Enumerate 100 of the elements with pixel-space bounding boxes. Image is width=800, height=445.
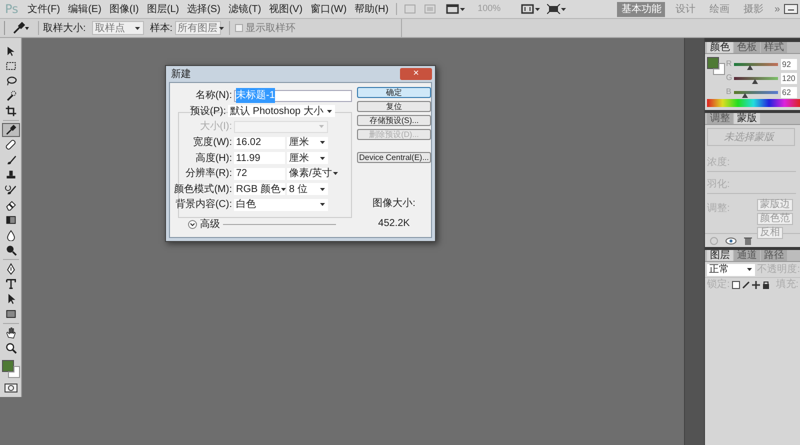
menu-item[interactable]: 图层(L) xyxy=(142,2,184,16)
eyedropper-icon xyxy=(4,124,16,136)
unit-dropdown[interactable]: 厘米 xyxy=(287,136,328,149)
caret-icon[interactable] xyxy=(746,267,754,272)
move-icon[interactable] xyxy=(752,280,760,288)
blend-mode-dropdown[interactable]: 正常 xyxy=(707,264,756,276)
channel-label: B xyxy=(726,86,732,98)
lock-icon[interactable] xyxy=(762,280,770,288)
preset-dropdown[interactable]: 默认 Photoshop 大小 xyxy=(228,105,335,118)
hand-icon xyxy=(4,327,16,339)
channel-value[interactable]: 92 xyxy=(781,58,797,70)
caret-icon[interactable] xyxy=(319,140,326,146)
caret-icon[interactable] xyxy=(319,202,326,208)
tool-button[interactable] xyxy=(2,123,20,137)
foreground-color-swatch[interactable] xyxy=(707,57,719,69)
history-brush-icon xyxy=(4,184,16,196)
arrange-icon[interactable] xyxy=(520,4,541,14)
section-label: 高级 xyxy=(200,218,220,232)
workspace-tab[interactable]: 基本功能 xyxy=(617,2,666,16)
sample-size-dropdown[interactable]: 取样点 xyxy=(92,21,144,35)
menu-item[interactable]: 窗口(W) xyxy=(306,2,351,16)
type-icon xyxy=(4,278,16,290)
panel-tab[interactable]: 图层 xyxy=(707,250,733,261)
field-label: 预设(P): xyxy=(188,104,227,119)
gradient-icon xyxy=(4,214,16,226)
slider-thumb[interactable] xyxy=(746,64,753,70)
eraser-icon xyxy=(4,199,16,211)
panel-tab[interactable]: 颜色 xyxy=(707,42,733,53)
field-label: 宽度(W): xyxy=(192,136,233,150)
foreground-color-swatch[interactable] xyxy=(2,360,14,372)
caret-icon[interactable] xyxy=(218,26,225,30)
zoom-icon xyxy=(4,342,16,354)
screen-mode-icon[interactable] xyxy=(546,4,567,14)
image-size-value: 452.2K xyxy=(378,217,410,231)
dialog-button[interactable]: 复位 xyxy=(357,101,431,112)
panel-tab[interactable]: 蒙版 xyxy=(734,113,760,124)
app-logo: Ps xyxy=(4,1,20,18)
quick-mask-icon[interactable] xyxy=(4,383,18,393)
shape-icon xyxy=(4,308,16,320)
lasso-icon xyxy=(4,75,16,87)
field-label: 高度(H): xyxy=(194,152,233,166)
number-field[interactable]: 16.02 xyxy=(234,136,285,149)
healing-icon xyxy=(4,139,16,151)
dialog-button[interactable]: 存储预设(S)... xyxy=(357,115,431,126)
number-field[interactable]: 72 xyxy=(234,168,285,180)
stamp-icon xyxy=(4,169,16,181)
caret-icon[interactable] xyxy=(332,171,339,176)
channel-value[interactable]: 120 xyxy=(781,72,797,84)
field-label: 取样大小: xyxy=(43,22,86,36)
caret-icon[interactable] xyxy=(319,156,326,161)
expand-icon[interactable] xyxy=(188,220,197,229)
minimize-icon[interactable] xyxy=(784,4,798,14)
image-size-label: 图像大小: xyxy=(372,196,416,211)
channel-value[interactable]: 62 xyxy=(781,86,797,98)
background-dropdown[interactable]: 白色 xyxy=(234,198,328,211)
channel-label: G xyxy=(726,72,734,84)
menu-item[interactable]: 文件(F) xyxy=(23,2,64,16)
dialog-button[interactable]: 确定 xyxy=(357,87,431,98)
unit-dropdown[interactable]: 厘米 xyxy=(287,152,328,164)
trash-icon[interactable] xyxy=(743,236,753,246)
pen-icon xyxy=(4,263,16,275)
field-label: 名称(N): xyxy=(194,89,233,104)
bit-depth-dropdown[interactable]: 8 位 xyxy=(287,183,328,196)
close-button[interactable]: × xyxy=(400,68,432,80)
menu-item[interactable]: 滤镜(T) xyxy=(224,2,266,16)
field-label: 样本: xyxy=(150,22,173,36)
field-label: 颜色模式(M): xyxy=(173,182,233,197)
color-spectrum[interactable] xyxy=(707,99,800,107)
lock-pixels-icon[interactable] xyxy=(732,280,740,288)
color-mode-dropdown[interactable]: RGB 颜色 xyxy=(234,183,285,196)
brush-icon xyxy=(4,154,16,166)
blur-icon xyxy=(4,229,16,241)
marquee-icon xyxy=(4,60,16,72)
menu-item[interactable]: 图像(I) xyxy=(105,2,143,16)
field-label: 背景内容(C): xyxy=(174,198,233,212)
number-field[interactable]: 11.99 xyxy=(234,152,285,164)
checkbox-label: 显示取样环 xyxy=(246,22,296,36)
dodge-icon xyxy=(4,244,16,256)
caret-icon[interactable] xyxy=(319,186,326,192)
mask-status: 未选择蒙版 xyxy=(724,130,774,144)
menu-item[interactable]: 编辑(E) xyxy=(64,2,106,16)
dialog-button[interactable]: Device Central(E)... xyxy=(357,152,431,163)
caret-icon[interactable] xyxy=(280,186,288,192)
dialog-title: 新建 xyxy=(170,68,191,82)
field-label: 分辨率(R): xyxy=(184,166,233,182)
menu-item[interactable]: 视图(V) xyxy=(265,2,307,16)
menu-item[interactable]: 帮助(H) xyxy=(350,2,393,16)
move-icon xyxy=(4,45,16,57)
channel-label: R xyxy=(726,58,733,70)
brush-icon[interactable] xyxy=(742,280,750,288)
screen-mode-icon[interactable] xyxy=(446,4,466,14)
crop-icon xyxy=(4,105,16,117)
sample-dropdown[interactable]: 所有图层 xyxy=(174,21,221,35)
slider-thumb[interactable] xyxy=(752,78,758,84)
eye-icon[interactable] xyxy=(725,236,737,246)
caret-icon[interactable] xyxy=(134,26,141,30)
caret-icon[interactable] xyxy=(326,108,333,114)
eyedropper-icon[interactable] xyxy=(12,22,30,34)
field-label: 大小(I): xyxy=(198,120,233,134)
menu-item[interactable]: 选择(S) xyxy=(183,2,224,16)
